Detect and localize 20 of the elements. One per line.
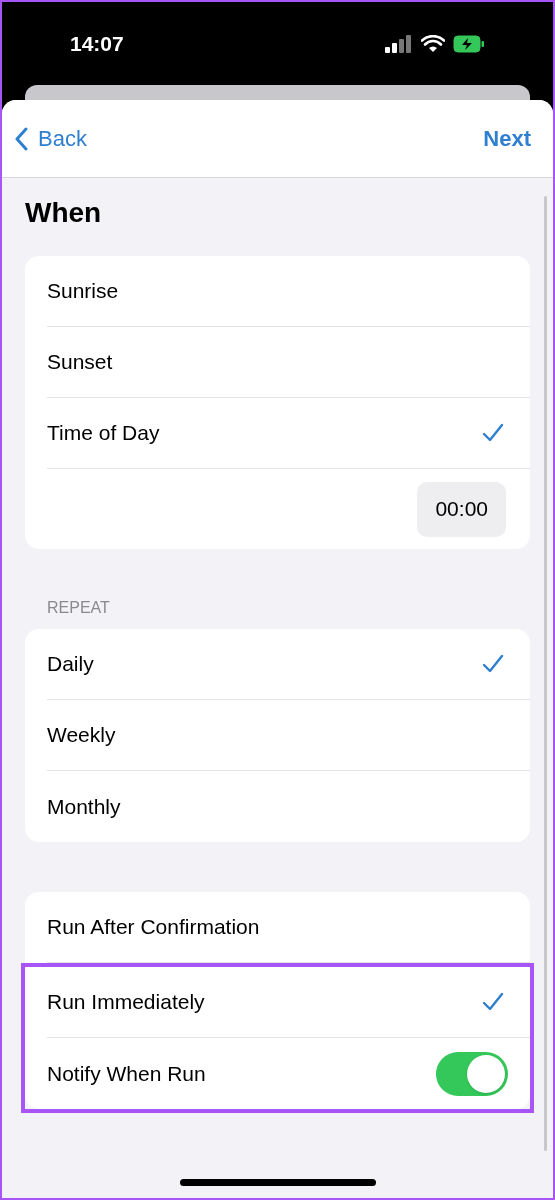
option-row[interactable]: Run After Confirmation <box>47 911 482 943</box>
battery-charging-icon <box>453 34 485 53</box>
next-button[interactable]: Next <box>483 122 541 155</box>
option-row[interactable]: Sunrise <box>47 275 482 307</box>
option-label: Notify When Run <box>47 1060 207 1087</box>
time-field[interactable]: 00:00 <box>417 481 506 537</box>
wifi-icon <box>421 34 445 53</box>
option-row[interactable]: Run Immediately <box>47 986 482 1018</box>
section-header: REPEAT <box>47 598 111 618</box>
option-row[interactable]: Daily <box>47 648 482 680</box>
chevron-left-icon <box>14 126 28 151</box>
toggle-switch[interactable] <box>436 1051 508 1096</box>
section-title: When <box>25 196 103 230</box>
option-row[interactable]: Sunset <box>47 346 482 378</box>
status-time: 14:07 <box>70 30 125 57</box>
option-row[interactable]: Monthly <box>47 790 482 823</box>
option-row[interactable]: Time of Day <box>47 417 482 449</box>
option-row[interactable]: Weekly <box>47 719 482 751</box>
signal-icon <box>385 34 413 53</box>
back-button[interactable]: Back <box>14 122 87 155</box>
